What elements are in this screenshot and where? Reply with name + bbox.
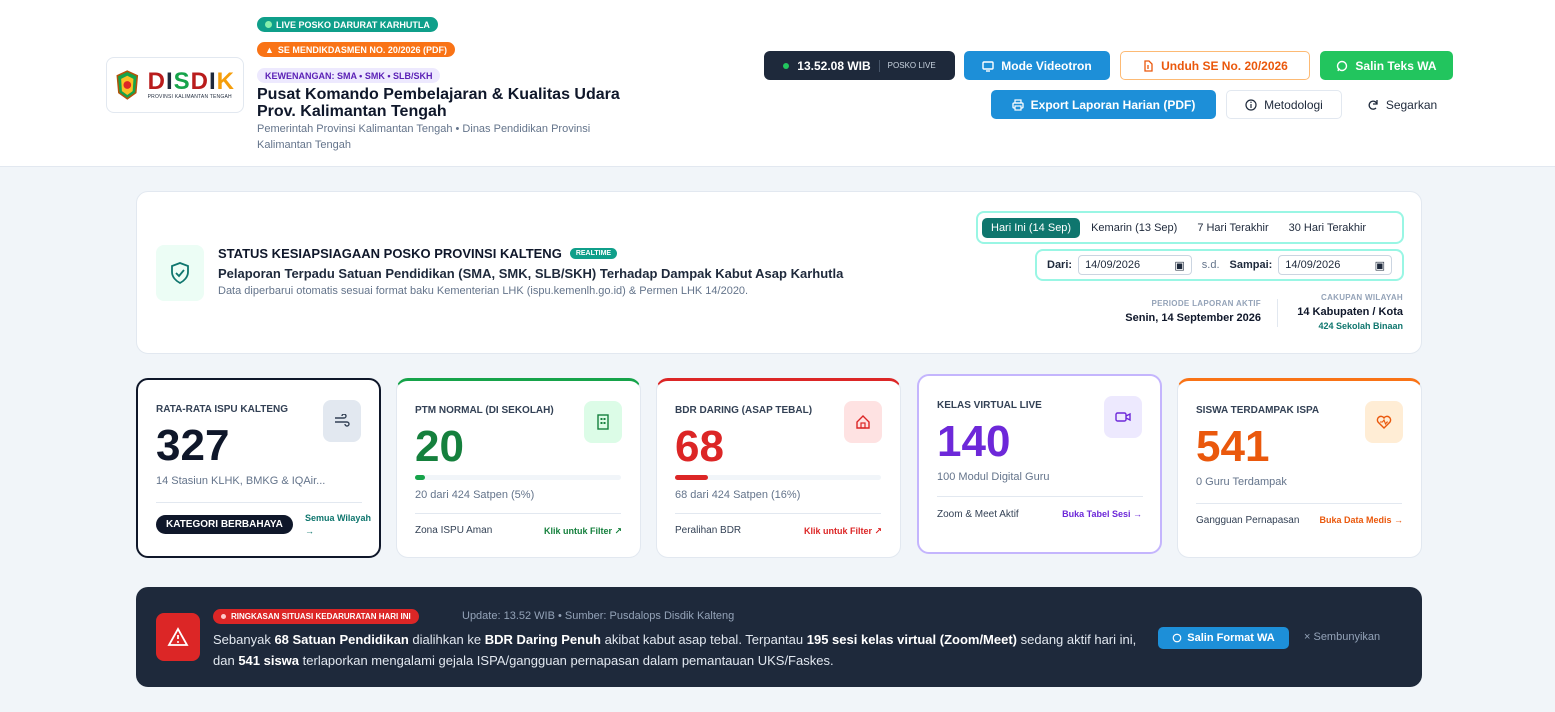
tab-7-days[interactable]: 7 Hari Terakhir xyxy=(1188,218,1277,238)
status-dot-icon xyxy=(783,62,790,69)
banner-meta: Update: 13.52 WIB • Sumber: Pusdalops Di… xyxy=(462,610,735,622)
copy-wa-text-button[interactable]: Salin Teks WA xyxy=(1320,51,1453,80)
status-description: Pelaporan Terpadu Satuan Pendidikan (SMA… xyxy=(218,266,844,281)
live-posko-pill: LIVE POSKO DARURAT KARHUTLA xyxy=(257,17,438,32)
document-icon: ▲ xyxy=(265,44,274,55)
tab-today[interactable]: Hari Ini (14 Sep) xyxy=(982,217,1081,238)
filter-link[interactable]: Klik untuk Filter ↗ xyxy=(804,526,882,537)
ptm-progress-bar xyxy=(415,475,621,480)
kpi-value: 541 xyxy=(1196,422,1270,471)
warning-badge xyxy=(156,613,200,661)
kpi-value: 20 xyxy=(415,422,464,471)
medical-data-link[interactable]: Buka Data Medis → xyxy=(1319,515,1403,525)
copy-wa-format-button[interactable]: Salin Format WA xyxy=(1158,627,1289,649)
building-icon xyxy=(584,401,622,443)
clock-label: POSKO LIVE xyxy=(887,61,936,70)
tab-30-days[interactable]: 30 Hari Terakhir xyxy=(1280,218,1375,238)
kpi-card-bdr[interactable]: BDR DARING (ASAP TEBAL) 68 68 dari 424 S… xyxy=(656,378,901,558)
page-subtitle: Pemerintah Provinsi Kalimantan Tengah • … xyxy=(257,123,591,151)
monitor-icon xyxy=(982,60,994,72)
printer-icon xyxy=(1012,98,1024,111)
summary-pill: RINGKASAN SITUASI KEDARURATAN HARI INI xyxy=(213,609,419,624)
period-tabs: Hari Ini (14 Sep) Kemarin (13 Sep) 7 Har… xyxy=(976,211,1404,244)
shield-badge xyxy=(156,245,204,301)
logo-subtext: PROVINSI KALIMANTAN TENGAH xyxy=(147,94,232,100)
periode-info: PERIODE LAPORAN AKTIF Senin, 14 Septembe… xyxy=(1125,299,1261,324)
header: DISDIK PROVINSI KALIMANTAN TENGAH LIVE P… xyxy=(0,0,1555,167)
shield-check-icon xyxy=(171,262,189,284)
info-icon xyxy=(1245,98,1257,111)
file-download-icon xyxy=(1144,59,1153,72)
status-title: STATUS KESIAPSIAGAAN POSKO PROVINSI KALT… xyxy=(218,246,618,261)
methodology-button[interactable]: Metodologi xyxy=(1226,90,1342,119)
hide-banner-button[interactable]: × Sembunyikan xyxy=(1304,631,1380,643)
realtime-badge: REALTIME xyxy=(569,248,618,259)
export-pdf-button[interactable]: Export Laporan Harian (PDF) xyxy=(991,90,1216,119)
kpi-card-virtual[interactable]: KELAS VIRTUAL LIVE 140 100 Modul Digital… xyxy=(917,374,1162,554)
status-panel: STATUS KESIAPSIAGAAN POSKO PROVINSI KALT… xyxy=(136,191,1422,354)
refresh-icon xyxy=(1368,99,1378,110)
kalteng-emblem-icon xyxy=(116,70,139,100)
refresh-button[interactable]: Segarkan xyxy=(1352,90,1452,119)
video-icon xyxy=(1104,396,1142,438)
all-regions-link[interactable]: Semua Wilayah → xyxy=(305,512,379,538)
filter-link[interactable]: Klik untuk Filter ↗ xyxy=(544,526,622,537)
date-to-input[interactable]: 14/09/2026 ▣ xyxy=(1278,255,1392,275)
disdik-logo: DISDIK PROVINSI KALIMANTAN TENGAH xyxy=(106,57,244,113)
kpi-card-ptm[interactable]: PTM NORMAL (DI SEKOLAH) 20 20 dari 424 S… xyxy=(396,378,641,558)
calendar-icon: ▣ xyxy=(1374,259,1385,272)
heart-pulse-icon xyxy=(1365,401,1403,443)
banner-summary: Sebanyak 68 Satuan Pendidikan dialihkan … xyxy=(213,632,1137,668)
status-note: Data diperbarui otomatis sesuai format b… xyxy=(218,285,749,297)
wind-icon xyxy=(323,400,361,442)
home-icon xyxy=(844,401,882,443)
calendar-icon: ▣ xyxy=(1174,259,1185,272)
category-badge: KATEGORI BERBAHAYA xyxy=(156,515,293,534)
kpi-value: 68 xyxy=(675,422,724,471)
emergency-banner: RINGKASAN SITUASI KEDARURATAN HARI INI U… xyxy=(136,587,1422,687)
kpi-card-ispu[interactable]: RATA-RATA ISPU KALTENG 327 14 Stasiun KL… xyxy=(136,378,381,558)
bdr-progress-bar xyxy=(675,475,881,480)
kpi-card-ispa[interactable]: SISWA TERDAMPAK ISPA 541 0 Guru Terdampa… xyxy=(1177,378,1422,558)
live-dot-icon xyxy=(265,21,272,28)
download-se-button[interactable]: Unduh SE No. 20/2026 xyxy=(1120,51,1310,80)
live-clock: 13.52.08 WIB POSKO LIVE xyxy=(764,51,955,80)
se-pdf-pill[interactable]: ▲ SE MENDIKDASMEN NO. 20/2026 (PDF) xyxy=(257,42,455,57)
cakupan-info: CAKUPAN WILAYAH 14 Kabupaten / Kota 424 … xyxy=(1297,293,1403,331)
tab-yesterday[interactable]: Kemarin (13 Sep) xyxy=(1082,218,1186,238)
open-sessions-link[interactable]: Buka Tabel Sesi → xyxy=(1062,509,1142,519)
kewenangan-pill: KEWENANGAN: SMA • SMK • SLB/SKH xyxy=(257,68,441,83)
whatsapp-icon xyxy=(1172,633,1182,643)
page-title: Pusat Komando Pembelajaran & Kualitas Ud… xyxy=(257,86,620,120)
date-from-input[interactable]: 14/09/2026 ▣ xyxy=(1078,255,1192,275)
videotron-mode-button[interactable]: Mode Videotron xyxy=(964,51,1110,80)
logo-wordmark: DISDIK xyxy=(147,68,235,95)
kpi-value: 327 xyxy=(156,421,230,470)
whatsapp-icon xyxy=(1337,60,1348,71)
alert-dot-icon xyxy=(221,614,226,619)
kpi-value: 140 xyxy=(937,417,1011,466)
date-range: Dari: 14/09/2026 ▣ s.d. Sampai: 14/09/20… xyxy=(1035,249,1404,281)
warning-icon xyxy=(167,627,189,646)
clock-time: 13.52.08 WIB xyxy=(797,58,871,73)
